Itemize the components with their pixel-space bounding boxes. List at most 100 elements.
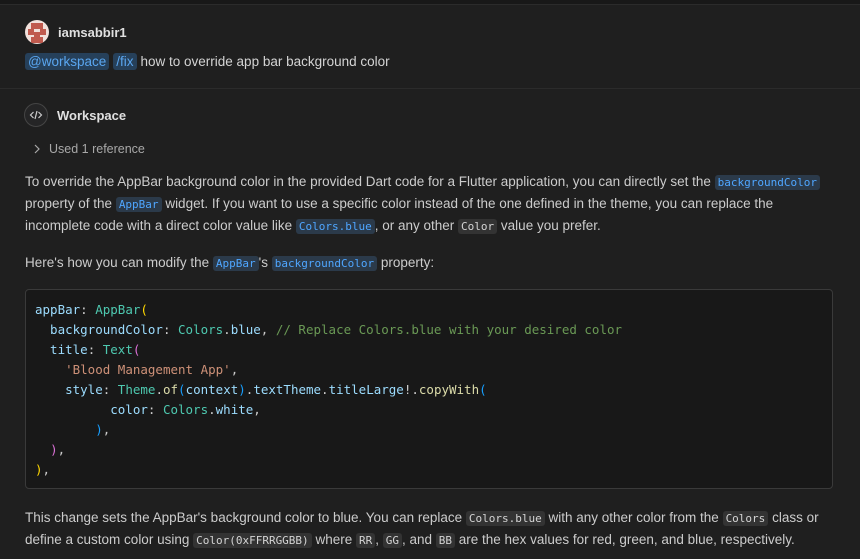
code-token: Theme xyxy=(117,382,156,397)
inline-code: Color xyxy=(458,219,498,234)
fix-command-chip[interactable]: /fix xyxy=(113,53,137,70)
code-token: . xyxy=(155,382,163,397)
code-block[interactable]: appBar: AppBar( backgroundColor: Colors.… xyxy=(25,289,833,489)
code-token: : xyxy=(147,402,163,417)
code-token: 'Blood Management App' xyxy=(65,362,231,377)
text-run: To override the AppBar background color … xyxy=(25,174,715,189)
code-token: Text xyxy=(102,342,133,357)
references-label: Used 1 reference xyxy=(49,142,145,156)
code-token: : xyxy=(162,322,178,337)
code-token: , xyxy=(260,322,276,337)
code-content: appBar: AppBar( backgroundColor: Colors.… xyxy=(35,300,622,480)
code-token: !. xyxy=(403,382,419,397)
code-line: title: Text( xyxy=(35,340,622,360)
user-query: @workspace /fix how to override app bar … xyxy=(25,53,390,70)
workspace-chip[interactable]: @workspace xyxy=(25,53,110,70)
text-run: are the hex values for red, green, and b… xyxy=(455,532,795,547)
code-token: backgroundColor xyxy=(35,322,163,337)
text-run: Here's how you can modify the xyxy=(25,255,213,270)
code-token: ) xyxy=(238,382,246,397)
code-token: . xyxy=(208,402,216,417)
inline-code[interactable]: AppBar xyxy=(212,256,259,271)
code-token: blue xyxy=(230,322,261,337)
response-paragraph-1: To override the AppBar background color … xyxy=(25,171,835,237)
query-text: how to override app bar background color xyxy=(140,54,390,69)
text-run: with any other color from the xyxy=(544,510,723,525)
code-token: title xyxy=(35,342,88,357)
code-line: ), xyxy=(35,420,622,440)
code-line: ), xyxy=(35,460,622,480)
code-token: ( xyxy=(178,382,186,397)
code-token: white xyxy=(215,402,254,417)
text-run: where xyxy=(311,532,356,547)
response-paragraph-2: Here's how you can modify the AppBar's b… xyxy=(25,252,835,274)
code-token: context xyxy=(185,382,239,397)
text-run: , or any other xyxy=(374,218,459,233)
text-run: , xyxy=(375,532,383,547)
text-run: property: xyxy=(377,255,435,270)
code-token: ( xyxy=(132,342,141,357)
code-token: , xyxy=(102,422,111,437)
code-token: , xyxy=(42,462,51,477)
chat-request: iamsabbir1 @workspace /fix how to overri… xyxy=(0,4,860,89)
username: iamsabbir1 xyxy=(58,24,127,40)
inline-code: Color(0xFFRRGGBB) xyxy=(193,533,312,548)
code-token: , xyxy=(253,402,261,417)
code-line: color: Colors.white, xyxy=(35,400,622,420)
text-run: value you prefer. xyxy=(497,218,601,233)
inline-code[interactable]: AppBar xyxy=(115,197,162,212)
text-run: , and xyxy=(401,532,436,547)
user-avatar xyxy=(25,20,49,44)
inline-code[interactable]: Colors.blue xyxy=(295,219,375,234)
used-references-toggle[interactable]: Used 1 reference xyxy=(33,142,145,156)
code-line: ), xyxy=(35,440,622,460)
text-run: This change sets the AppBar's background… xyxy=(25,510,466,525)
code-token: of xyxy=(162,382,179,397)
code-token: titleLarge xyxy=(328,382,404,397)
code-token: // Replace Colors.blue with your desired… xyxy=(275,322,623,337)
agent-name: Workspace xyxy=(57,107,127,123)
code-token: AppBar xyxy=(95,302,141,317)
user-header: iamsabbir1 xyxy=(25,20,127,44)
code-token: : xyxy=(80,302,96,317)
response-paragraph-3: This change sets the AppBar's background… xyxy=(25,507,835,551)
inline-code: BB xyxy=(435,533,456,548)
chat-response: Workspace Used 1 reference To override t… xyxy=(0,89,860,559)
code-token: . xyxy=(223,322,231,337)
code-token: ( xyxy=(140,302,148,317)
inline-code: Colors.blue xyxy=(465,511,545,526)
code-token: style xyxy=(35,382,103,397)
inline-code[interactable]: backgroundColor xyxy=(714,175,820,190)
code-token: , xyxy=(230,362,239,377)
inline-code: Colors xyxy=(722,511,769,526)
code-token: : xyxy=(102,382,118,397)
chevron-right-icon xyxy=(34,144,40,154)
code-token: ) xyxy=(50,442,58,457)
code-token: ) xyxy=(35,462,43,477)
code-line: 'Blood Management App', xyxy=(35,360,622,380)
code-token: Colors xyxy=(162,402,209,417)
code-token: color xyxy=(35,402,148,417)
code-brackets-icon xyxy=(24,103,48,127)
inline-code[interactable]: backgroundColor xyxy=(271,256,378,271)
code-token: textTheme xyxy=(253,382,322,397)
code-token: copyWith xyxy=(418,382,480,397)
code-token: Colors xyxy=(178,322,224,337)
code-token: appBar xyxy=(35,302,81,317)
code-token: ( xyxy=(479,382,487,397)
code-token: . xyxy=(321,382,329,397)
code-line: appBar: AppBar( xyxy=(35,300,622,320)
code-line: backgroundColor: Colors.blue, // Replace… xyxy=(35,320,622,340)
text-run: property of the xyxy=(25,196,116,211)
agent-header: Workspace xyxy=(24,103,126,127)
inline-code: GG xyxy=(382,533,402,548)
code-token: : xyxy=(87,342,103,357)
code-line: style: Theme.of(context).textTheme.title… xyxy=(35,380,622,400)
text-run: 's xyxy=(258,255,272,270)
inline-code: RR xyxy=(355,533,376,548)
code-token: , xyxy=(57,442,66,457)
code-token: ) xyxy=(95,422,103,437)
